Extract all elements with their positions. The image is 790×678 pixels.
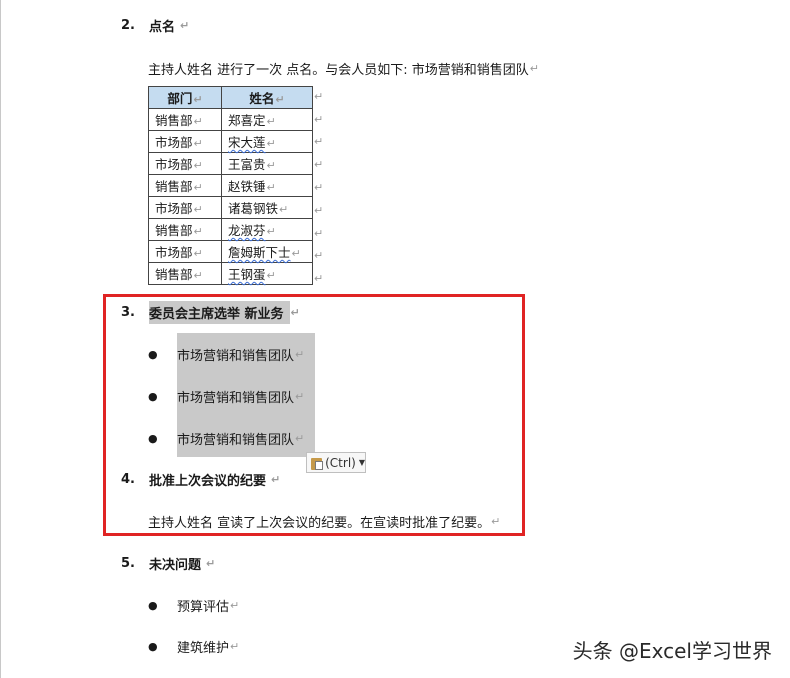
cell-name[interactable]: 龙淑芬↵ bbox=[221, 218, 313, 241]
cell-department[interactable]: 销售部↵ bbox=[148, 262, 222, 285]
cell-name[interactable]: 赵铁锤↵ bbox=[221, 174, 313, 197]
cell-name[interactable]: 郑喜定↵ bbox=[221, 108, 313, 131]
intro-text: 主持人姓名 进行了一次 点名。与会人员如下: 市场营销和销售团队 bbox=[148, 62, 529, 78]
page-edge bbox=[0, 0, 1, 678]
paragraph-mark-icon: ↵ bbox=[230, 598, 240, 612]
cell-department[interactable]: 市场部↵ bbox=[148, 130, 222, 153]
row-end-mark-icon: ↵ bbox=[314, 113, 324, 126]
table-row: 销售部↵ 龙淑芬↵ bbox=[148, 218, 313, 241]
section-2-intro[interactable]: 主持人姓名 进行了一次 点名。与会人员如下: 市场营销和销售团队 ↵ bbox=[148, 58, 539, 78]
bullet-icon: ● bbox=[148, 598, 158, 612]
section-title: 点名 bbox=[149, 19, 176, 35]
table-header-row: 部门↵ 姓名↵ bbox=[148, 86, 313, 109]
cell-name[interactable]: 王钢蛋↵ bbox=[221, 262, 313, 285]
cell-name[interactable]: 宋大莲↵ bbox=[221, 130, 313, 153]
row-end-mark-icon: ↵ bbox=[314, 90, 324, 103]
row-end-mark-icon: ↵ bbox=[314, 272, 324, 285]
section-title: 未决问题 bbox=[149, 557, 202, 573]
table-row: 销售部↵ 王钢蛋↵ bbox=[148, 262, 313, 285]
highlight-box bbox=[103, 294, 525, 536]
paragraph-mark-icon: ↵ bbox=[529, 61, 539, 75]
cell-department[interactable]: 销售部↵ bbox=[148, 108, 222, 131]
table-row: 销售部↵ 赵铁锤↵ bbox=[148, 174, 313, 197]
section-number: 5. bbox=[121, 555, 135, 571]
watermark: 头条 @Excel学习世界 bbox=[572, 639, 772, 663]
section-number: 2. bbox=[121, 17, 135, 33]
table-row: 市场部↵ 宋大莲↵ bbox=[148, 130, 313, 153]
cell-name[interactable]: 诸葛钢铁↵ bbox=[221, 196, 313, 219]
bullet-icon: ● bbox=[148, 639, 158, 653]
list-item-text: 建筑维护 bbox=[177, 640, 230, 656]
table-row: 销售部↵ 郑喜定↵ bbox=[148, 108, 313, 131]
cell-department[interactable]: 市场部↵ bbox=[148, 196, 222, 219]
row-end-mark-icon: ↵ bbox=[314, 204, 324, 217]
paragraph-mark-icon: ↵ bbox=[180, 18, 190, 32]
row-end-mark-icon: ↵ bbox=[314, 227, 324, 240]
column-header-name[interactable]: 姓名↵ bbox=[221, 86, 313, 109]
paragraph-mark-icon: ↵ bbox=[206, 556, 216, 570]
section-2-heading[interactable]: 2. 点名 ↵ bbox=[121, 15, 189, 35]
list-item-text: 预算评估 bbox=[177, 599, 230, 615]
cell-name[interactable]: 詹姆斯下士↵ bbox=[221, 240, 313, 263]
paragraph-mark-icon: ↵ bbox=[230, 639, 240, 653]
cell-department[interactable]: 市场部↵ bbox=[148, 240, 222, 263]
row-end-mark-icon: ↵ bbox=[314, 249, 324, 262]
cell-department[interactable]: 销售部↵ bbox=[148, 174, 222, 197]
cell-name[interactable]: 王富贵↵ bbox=[221, 152, 313, 175]
list-item[interactable]: ● 预算评估 ↵ bbox=[148, 595, 239, 615]
column-header-department[interactable]: 部门↵ bbox=[148, 86, 222, 109]
section-5-heading[interactable]: 5. 未决问题 ↵ bbox=[121, 553, 215, 573]
table-row: 市场部↵ 王富贵↵ bbox=[148, 152, 313, 175]
row-end-mark-icon: ↵ bbox=[314, 158, 324, 171]
table-row: 市场部↵ 诸葛钢铁↵ bbox=[148, 196, 313, 219]
row-end-mark-icon: ↵ bbox=[314, 135, 324, 148]
row-end-mark-icon: ↵ bbox=[314, 181, 324, 194]
table-row: 市场部↵ 詹姆斯下士↵ bbox=[148, 240, 313, 263]
cell-department[interactable]: 销售部↵ bbox=[148, 218, 222, 241]
cell-department[interactable]: 市场部↵ bbox=[148, 152, 222, 175]
attendee-table[interactable]: 部门↵ 姓名↵ 销售部↵ 郑喜定↵ 市场部↵ 宋大莲↵ 市场部↵ 王富贵↵ 销售… bbox=[148, 86, 313, 285]
list-item[interactable]: ● 建筑维护 ↵ bbox=[148, 636, 239, 656]
